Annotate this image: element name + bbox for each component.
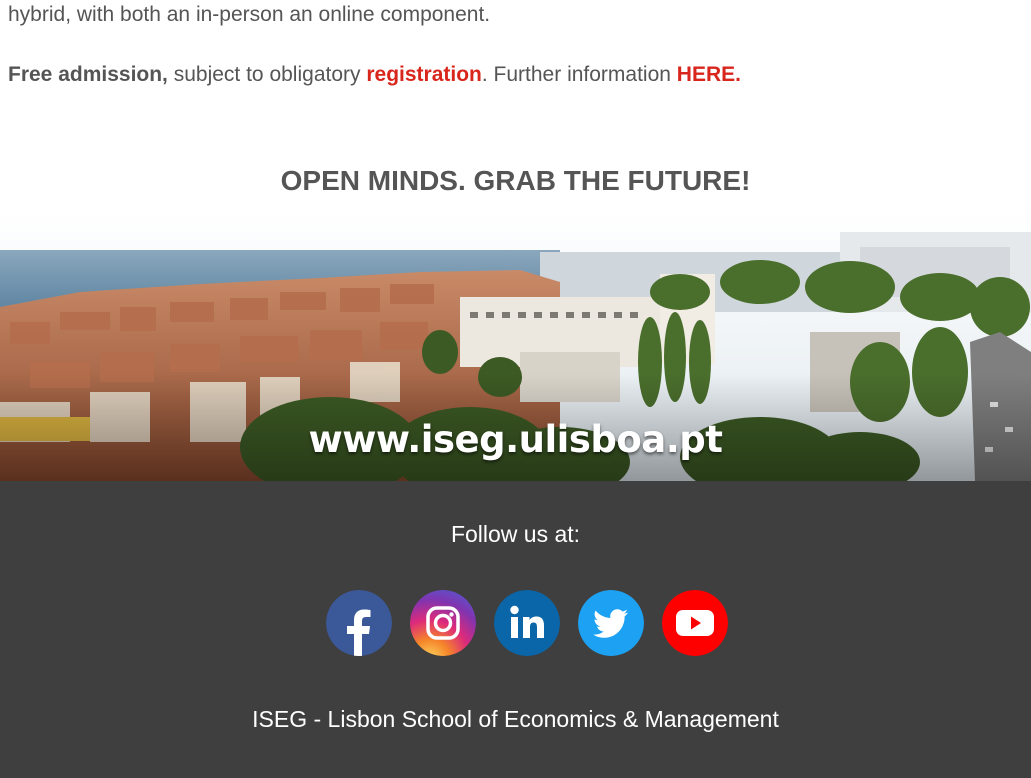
further-info-text: . Further information	[481, 63, 677, 86]
admission-text: Free admission, subject to obligatory re…	[8, 60, 741, 90]
website-url-overlay: www.iseg.ulisboa.pt	[308, 418, 723, 461]
facebook-icon	[326, 590, 392, 656]
here-link[interactable]: HERE.	[677, 63, 741, 86]
admission-mid-text: subject to obligatory	[167, 63, 367, 86]
instagram-link[interactable]	[410, 590, 476, 656]
linkedin-link[interactable]	[494, 590, 560, 656]
social-links	[326, 590, 730, 656]
youtube-icon	[662, 590, 728, 656]
organization-name: ISEG - Lisbon School of Economics & Mana…	[252, 706, 779, 732]
slogan-heading: OPEN MINDS. GRAB THE FUTURE!	[280, 165, 751, 196]
youtube-link[interactable]	[662, 590, 728, 656]
follow-us-label: Follow us at:	[450, 521, 581, 547]
twitter-link[interactable]	[578, 590, 644, 656]
instagram-icon	[410, 590, 476, 656]
registration-link[interactable]: registration	[366, 63, 482, 86]
footer: Follow us at: ISEG - Lisbon School of Ec…	[0, 481, 1031, 778]
free-admission-label: Free admission,	[8, 63, 168, 86]
twitter-icon	[578, 590, 644, 656]
facebook-link[interactable]	[326, 590, 392, 656]
event-format-text: hybrid, with both an in-person an online…	[8, 3, 491, 26]
linkedin-icon	[494, 590, 560, 656]
